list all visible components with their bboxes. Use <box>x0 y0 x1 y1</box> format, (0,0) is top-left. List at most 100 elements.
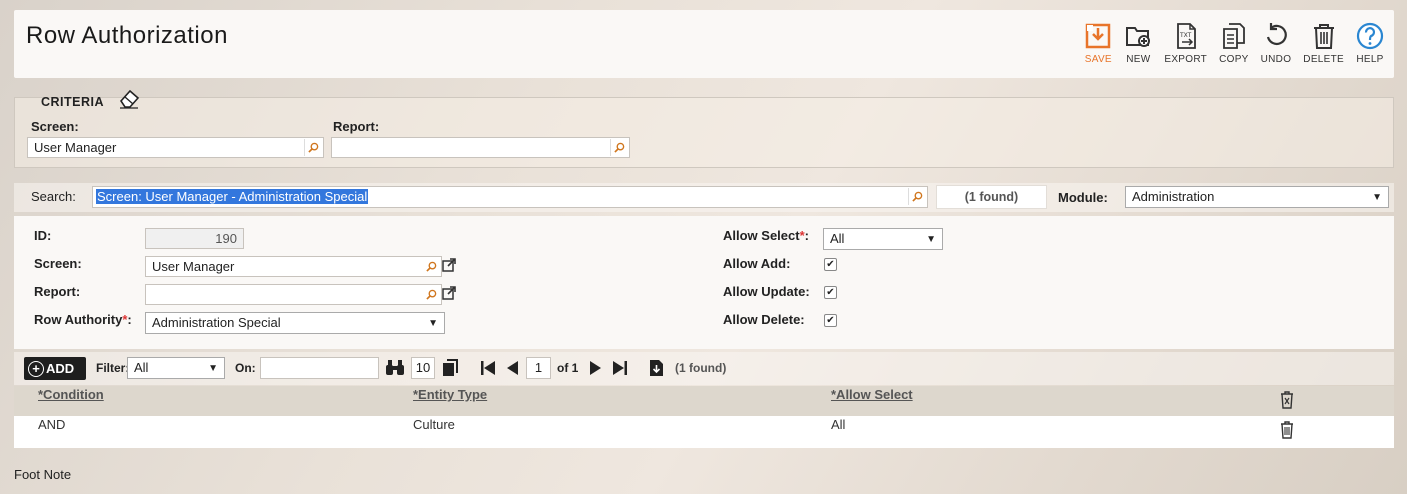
allow-update-label: Allow Update: <box>723 284 810 299</box>
search-lookup[interactable] <box>908 188 926 205</box>
row-authority-label-text: Row Authority <box>34 312 123 327</box>
criteria-title: CRITERIA <box>41 95 105 109</box>
cell-entity-type: Culture <box>413 417 455 432</box>
prev-page-icon[interactable] <box>505 360 519 376</box>
page-size-input[interactable]: 10 <box>411 357 435 379</box>
screen-input[interactable]: User Manager <box>145 256 442 277</box>
id-value: 190 <box>215 231 237 246</box>
module-select[interactable]: Administration ▼ <box>1125 186 1389 208</box>
add-button[interactable]: + ADD <box>24 357 86 380</box>
add-label: ADD <box>46 361 75 376</box>
save-button[interactable]: SAVE <box>1084 22 1112 65</box>
id-field: 190 <box>145 228 244 249</box>
page-title: Row Authorization <box>26 22 228 49</box>
grid-header: *Condition *Entity Type *Allow Select <box>14 386 1394 416</box>
search-bar: Search: Screen: User Manager - Administr… <box>14 183 1394 212</box>
open-external-icon[interactable] <box>442 286 456 300</box>
detail-panel: ID: 190 Screen: User Manager Report: Row… <box>14 216 1394 349</box>
copy-icon <box>1222 23 1245 49</box>
module-value: Administration <box>1132 189 1215 204</box>
allow-delete-label: Allow Delete: <box>723 312 805 327</box>
help-button[interactable]: HELP <box>1356 22 1384 65</box>
criteria-screen-value: User Manager <box>34 140 117 155</box>
search-found-count: (1 found) <box>936 185 1047 209</box>
trash-icon <box>1313 24 1334 49</box>
chevron-down-icon: ▼ <box>926 234 936 245</box>
criteria-report-label: Report: <box>333 119 380 134</box>
label-colon: : <box>804 228 809 243</box>
magnifier-icon <box>308 142 319 153</box>
row-authority-select[interactable]: Administration Special ▼ <box>145 312 445 334</box>
report-lookup[interactable] <box>422 286 440 303</box>
undo-icon <box>1266 23 1287 46</box>
plus-circle-icon: + <box>28 360 44 377</box>
export-button[interactable]: TXT EXPORT <box>1164 22 1207 65</box>
last-page-icon[interactable] <box>612 360 628 376</box>
help-label: HELP <box>1356 54 1384 65</box>
svg-text:TXT: TXT <box>1179 32 1192 39</box>
cell-condition: AND <box>38 417 66 432</box>
header-panel: Row Authorization SAVE NEW TXT EXPORT CO… <box>14 10 1394 78</box>
open-external-icon[interactable] <box>442 258 456 272</box>
page-current-input[interactable]: 1 <box>526 357 551 379</box>
copy-rows-icon[interactable] <box>442 359 460 377</box>
copy-button[interactable]: COPY <box>1219 22 1249 65</box>
col-allow-select-header[interactable]: *Allow Select <box>831 387 913 402</box>
toolbar: SAVE NEW TXT EXPORT COPY UNDO DELETE HEL… <box>1072 22 1384 65</box>
undo-button[interactable]: UNDO <box>1261 22 1292 65</box>
new-button[interactable]: NEW <box>1124 22 1152 65</box>
criteria-panel: CRITERIA Screen: User Manager Report: <box>14 89 1394 168</box>
export-txt-icon: TXT <box>1176 23 1196 49</box>
magnifier-icon <box>614 142 625 153</box>
allow-delete-checkbox[interactable]: ✔ <box>824 314 837 327</box>
on-input[interactable] <box>260 357 379 379</box>
report-input[interactable] <box>145 284 442 305</box>
col-condition-header[interactable]: *Condition <box>38 387 104 402</box>
criteria-screen-lookup[interactable] <box>304 139 322 156</box>
new-label: NEW <box>1126 54 1151 65</box>
delete-button[interactable]: DELETE <box>1303 22 1344 65</box>
chevron-down-icon: ▼ <box>208 363 218 374</box>
grid-toolbar: + ADD Filter: All ▼ On: 10 1 of 1 (1 fou… <box>14 352 1394 385</box>
search-input[interactable]: Screen: User Manager - Administration Sp… <box>92 186 928 208</box>
allow-select-value: All <box>830 231 845 246</box>
col-entity-type-header[interactable]: *Entity Type <box>413 387 487 402</box>
row-authority-label: Row Authority*: <box>34 312 132 327</box>
magnifier-icon <box>912 191 923 202</box>
copy-label: COPY <box>1219 54 1249 65</box>
screen-value: User Manager <box>152 259 235 274</box>
grid-found-count: (1 found) <box>675 361 727 375</box>
binoculars-icon[interactable] <box>385 359 405 377</box>
filter-value: All <box>134 360 149 375</box>
on-label: On: <box>235 361 256 375</box>
criteria-screen-input[interactable]: User Manager <box>27 137 324 158</box>
criteria-report-input[interactable] <box>331 137 630 158</box>
filter-select[interactable]: All ▼ <box>127 357 225 379</box>
new-folder-icon <box>1126 27 1151 47</box>
page-of-label: of 1 <box>557 361 579 375</box>
table-row[interactable]: AND Culture All <box>14 416 1394 448</box>
magnifier-icon <box>425 289 436 300</box>
trash-icon[interactable] <box>1280 421 1294 439</box>
allow-select-select[interactable]: All ▼ <box>823 228 943 250</box>
allow-select-label: Allow Select*: <box>723 228 809 243</box>
download-icon[interactable] <box>649 359 664 377</box>
cell-allow-select: All <box>831 417 846 432</box>
allow-update-checkbox[interactable]: ✔ <box>824 286 837 299</box>
criteria-screen-label: Screen: <box>31 119 79 134</box>
screen-label: Screen: <box>34 256 82 271</box>
delete-all-icon[interactable] <box>1280 391 1294 409</box>
label-colon: : <box>127 312 132 327</box>
allow-add-checkbox[interactable]: ✔ <box>824 258 837 271</box>
search-value: Screen: User Manager - Administration Sp… <box>96 189 369 204</box>
delete-label: DELETE <box>1303 54 1344 65</box>
next-page-icon[interactable] <box>589 360 603 376</box>
eraser-icon[interactable] <box>117 86 141 110</box>
foot-note: Foot Note <box>14 467 72 482</box>
search-label: Search: <box>31 189 76 204</box>
undo-label: UNDO <box>1260 54 1292 65</box>
first-page-icon[interactable] <box>480 360 496 376</box>
screen-lookup[interactable] <box>422 258 440 275</box>
criteria-report-lookup[interactable] <box>610 139 628 156</box>
filter-label: Filter: <box>96 361 130 375</box>
